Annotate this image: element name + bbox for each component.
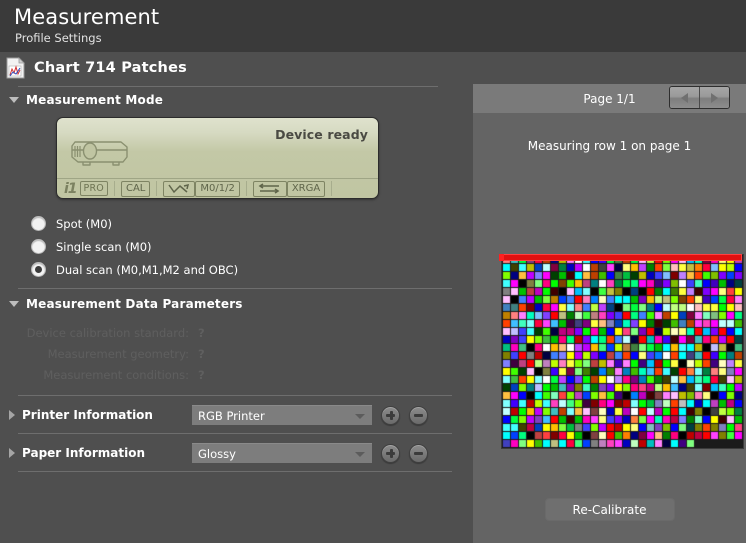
page-indicator: Page 1/1 (583, 92, 635, 106)
row-marker-handle[interactable] (499, 254, 504, 261)
page-subtitle: Profile Settings (14, 30, 746, 46)
prev-page-button[interactable] (670, 87, 699, 108)
row-printer-information[interactable]: Printer Information RGB Printer (0, 402, 470, 428)
section-measurement-mode[interactable]: Measurement Mode (0, 89, 470, 111)
param-device-calibration-standard: Device calibration standard: ? (0, 322, 470, 343)
device-status-bar: i1 PRO CAL M0/1/2 (57, 178, 378, 198)
section-divider (18, 288, 452, 289)
device-lcd: Device ready i1 PRO (56, 117, 379, 199)
status-divider (331, 181, 332, 196)
printer-information-label: Printer Information (22, 408, 192, 422)
paper-select[interactable]: Glossy (192, 443, 372, 463)
header-divider (18, 86, 438, 87)
radio-indicator[interactable] (31, 239, 46, 254)
param-value: ? (198, 326, 205, 340)
page-navigation-bar: Page 1/1 (473, 84, 746, 113)
measurement-parameter-list: Device calibration standard: ? Measureme… (0, 315, 470, 385)
chevron-down-icon[interactable] (355, 452, 365, 457)
section-measurement-mode-label: Measurement Mode (26, 93, 163, 107)
scan-mode-icon (163, 181, 195, 197)
i1-icon: i1 (64, 181, 77, 197)
section-divider (18, 471, 452, 472)
minus-icon (414, 452, 423, 455)
chevron-down-icon[interactable] (9, 97, 19, 103)
radio-label: Single scan (M0) (56, 240, 152, 254)
minus-icon (414, 414, 423, 417)
status-divider (114, 181, 115, 196)
patch-chart-canvas[interactable] (501, 254, 744, 449)
paper-information-label: Paper Information (22, 446, 192, 460)
param-measurement-conditions: Measurement conditions: ? (0, 364, 470, 385)
recalibrate-area: Re-Calibrate (473, 498, 746, 521)
radio-label: Spot (M0) (56, 217, 112, 231)
device-status-text: Device ready (275, 127, 368, 142)
spectrophotometer-icon (69, 138, 131, 168)
add-paper-button[interactable] (381, 444, 400, 463)
radio-label: Dual scan (M0,M1,M2 and OBC) (56, 263, 238, 277)
chevron-right-icon[interactable] (9, 410, 15, 420)
radio-indicator-selected[interactable] (31, 262, 46, 277)
cal-badge: CAL (121, 181, 150, 197)
row-paper-information[interactable]: Paper Information Glossy (0, 440, 470, 466)
radio-spot-m0[interactable]: Spot (M0) (31, 213, 470, 234)
printer-select[interactable]: RGB Printer (192, 405, 372, 425)
param-label: Device calibration standard: (0, 326, 189, 340)
xrga-badge: XRGA (287, 181, 325, 197)
status-divider (246, 181, 247, 196)
pro-badge: PRO (80, 181, 108, 196)
patch-chart[interactable] (501, 254, 719, 401)
printer-select-value: RGB Printer (198, 409, 265, 423)
param-value: ? (198, 368, 205, 382)
next-page-button[interactable] (699, 87, 729, 108)
measurement-preview-panel: Page 1/1 Measuring row 1 on page 1 Re-Ca… (473, 84, 746, 543)
arrow-left-icon (681, 93, 688, 103)
settings-panel: Measurement Mode Device ready (0, 89, 470, 543)
chevron-down-icon[interactable] (355, 414, 365, 419)
plus-icon-vertical (390, 411, 393, 420)
section-measurement-data-parameters-label: Measurement Data Parameters (26, 297, 243, 311)
measurement-mode-options: Spot (M0) Single scan (M0) Dual scan (M0… (0, 199, 470, 280)
page-nav-buttons (669, 86, 730, 109)
paper-select-value: Glossy (198, 447, 236, 461)
status-divider (156, 181, 157, 196)
radio-dual-scan[interactable]: Dual scan (M0,M1,M2 and OBC) (31, 259, 470, 280)
remove-printer-button[interactable] (409, 406, 428, 425)
add-printer-button[interactable] (381, 406, 400, 425)
measurement-status-text: Measuring row 1 on page 1 (473, 113, 746, 153)
radio-single-scan-m0[interactable]: Single scan (M0) (31, 236, 470, 257)
chevron-down-icon[interactable] (9, 301, 19, 307)
device-status-panel: Device ready i1 PRO (0, 111, 470, 199)
bidirectional-icon (253, 181, 287, 197)
plus-icon-vertical (390, 449, 393, 458)
window-titlebar: Measurement Profile Settings (0, 0, 746, 52)
recalibrate-button[interactable]: Re-Calibrate (545, 498, 675, 521)
section-divider (18, 433, 452, 434)
chevron-right-icon[interactable] (9, 448, 15, 458)
param-label: Measurement geometry: (0, 347, 189, 361)
arrow-right-icon (711, 93, 718, 103)
section-divider (18, 395, 452, 396)
m0-1-2-badge: M0/1/2 (195, 181, 239, 197)
param-label: Measurement conditions: (0, 368, 189, 382)
section-measurement-data-parameters[interactable]: Measurement Data Parameters (0, 293, 470, 315)
param-measurement-geometry: Measurement geometry: ? (0, 343, 470, 364)
chart-document-icon (6, 57, 25, 79)
remove-paper-button[interactable] (409, 444, 428, 463)
active-row-marker (501, 254, 742, 261)
param-value: ? (198, 347, 205, 361)
radio-indicator[interactable] (31, 216, 46, 231)
chart-title: Chart 714 Patches (34, 60, 187, 76)
page-title: Measurement (14, 4, 746, 30)
